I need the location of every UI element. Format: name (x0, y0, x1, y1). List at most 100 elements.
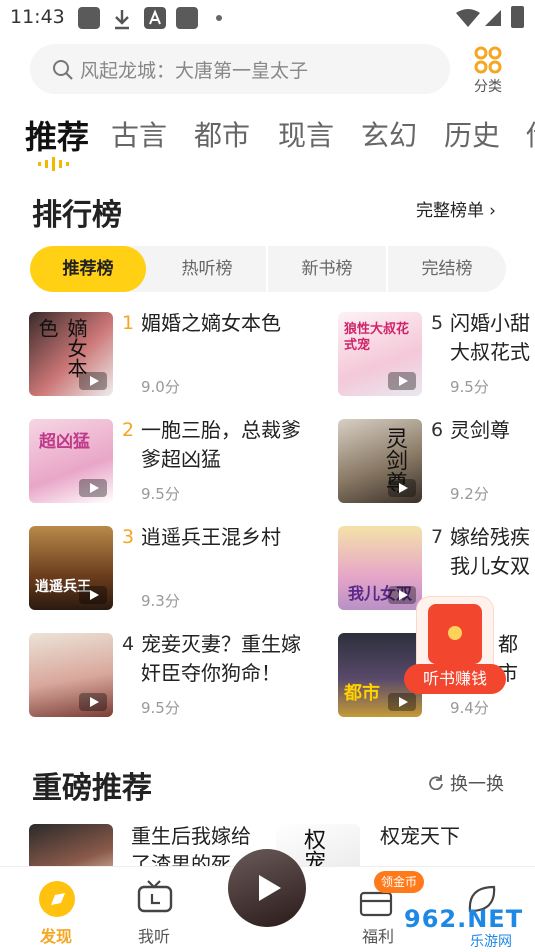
book-score: 9.4分 (450, 699, 489, 717)
book-score: 9.2分 (450, 485, 489, 503)
category-grid-icon (474, 46, 502, 74)
play-icon (79, 479, 107, 497)
book-title-line2: 爹超凶猛 (141, 447, 221, 471)
book-score: 9.0分 (141, 378, 180, 396)
cover-title: 都市 (344, 683, 380, 704)
rank-number: 5 (431, 312, 444, 334)
cover-title: 超凶猛 (39, 432, 90, 452)
notification-icon (78, 7, 100, 29)
book-title-line2: 我儿女双 (450, 554, 530, 578)
book-title: 逍遥兵王混乡村 (141, 525, 281, 549)
play-icon (79, 586, 107, 604)
more-dot-icon (216, 15, 222, 21)
ranking-item[interactable]: 超凶猛 2 一胞三胎，总裁爹 爹超凶猛 9.5分 (29, 418, 304, 509)
listen-earn-banner[interactable]: 听书赚钱 (404, 596, 506, 696)
book-title: 一胞三胎，总裁爹 (141, 418, 301, 442)
ranking-item[interactable]: 逍遥兵王 3 逍遥兵王混乡村 9.3分 (29, 525, 304, 616)
ranking-item[interactable]: 4 宠妾灭妻？重生嫁 奸臣夺你狗命！ 9.5分 (29, 632, 304, 723)
red-packet-icon (428, 604, 482, 664)
refresh-label: 换一换 (450, 774, 504, 795)
segment-finished[interactable]: 完结榜 (388, 246, 506, 292)
tab-recommend[interactable]: 推荐 (25, 112, 89, 158)
rank-number: 2 (122, 419, 135, 441)
nav-discover[interactable]: 发现 (30, 867, 84, 952)
tab-modern-romance[interactable]: 现言 (278, 114, 334, 154)
book-title: 闪婚小甜 (450, 311, 530, 335)
book-title: 重生后我嫁给 (131, 824, 251, 848)
book-title: 灵剑尊 (450, 418, 510, 442)
book-score: 9.5分 (450, 378, 489, 396)
wifi-icon (456, 9, 480, 27)
battery-icon (511, 6, 524, 28)
player-button[interactable] (228, 849, 306, 927)
tab-ancient-romance[interactable]: 古言 (111, 114, 167, 154)
active-tab-indicator (38, 157, 69, 171)
listen-earn-label: 听书赚钱 (404, 664, 506, 694)
play-icon (388, 372, 416, 390)
book-cover: 灵剑尊 (338, 419, 422, 503)
book-title: 嫁给残疾 (450, 525, 530, 549)
watermark-text: 962.NET (404, 905, 524, 933)
ranking-item[interactable]: 狼性大叔花式宠 5 闪婚小甜 大叔花式 9.5分 (338, 311, 535, 402)
app-icon (176, 7, 198, 29)
full-ranking-link[interactable]: 完整榜单 › (416, 196, 496, 221)
full-ranking-label: 完整榜单 (416, 201, 484, 221)
book-cover: 嫡女本色 (29, 312, 113, 396)
compass-icon (39, 881, 75, 917)
book-title-line2: 奸臣夺你狗命！ (141, 661, 281, 685)
tab-city[interactable]: 都市 (194, 114, 250, 154)
ranking-segments: 推荐榜 热听榜 新书榜 完结榜 (30, 246, 506, 292)
app-a-icon (144, 7, 166, 29)
tab-fantasy[interactable]: 玄幻 (361, 114, 417, 154)
chevron-right-icon: › (489, 201, 496, 221)
book-score: 9.5分 (141, 485, 180, 503)
book-title: 媚婚之嫡女本色 (141, 311, 281, 335)
ranking-title: 排行榜 (32, 198, 122, 233)
tab-biography[interactable]: 传 (526, 114, 535, 154)
rank-number: 3 (122, 526, 135, 548)
segment-recommend[interactable]: 推荐榜 (30, 246, 146, 292)
play-icon (79, 372, 107, 390)
rank-number: 7 (431, 526, 444, 548)
book-cover: 逍遥兵王 (29, 526, 113, 610)
status-bar: 11:43 (0, 0, 535, 36)
bottom-nav: 发现 我听 福利 领金币 962.NET 乐游网 (0, 849, 535, 952)
book-title-line2: 大叔花式 (450, 340, 530, 364)
cover-title: 狼性大叔花式宠 (344, 322, 410, 353)
ranking-item[interactable]: 灵剑尊 6 灵剑尊 9.2分 (338, 418, 535, 509)
coin-badge: 领金币 (374, 871, 424, 893)
tab-history[interactable]: 历史 (444, 114, 500, 154)
site-watermark: 962.NET 乐游网 (404, 905, 530, 951)
rank-number: 1 (122, 312, 135, 334)
book-title: 宠妾灭妻？重生嫁 (141, 632, 301, 656)
tv-icon (137, 880, 173, 913)
rank-number: 6 (431, 419, 444, 441)
segment-new[interactable]: 新书榜 (268, 246, 386, 292)
play-icon (79, 693, 107, 711)
nav-listen[interactable]: 我听 (128, 867, 182, 952)
watermark-sub: 乐游网 (470, 934, 512, 950)
book-cover: 狼性大叔花式宠 (338, 312, 422, 396)
book-score: 9.5分 (141, 699, 180, 717)
ranking-item[interactable]: 嫡女本色 1 媚婚之嫡女本色 9.0分 (29, 311, 304, 402)
book-cover: 超凶猛 (29, 419, 113, 503)
play-icon (388, 479, 416, 497)
featured-item[interactable]: 重生后我嫁给 了渣男的死 (29, 824, 274, 884)
rank-number: 4 (122, 633, 135, 655)
refresh-icon (429, 775, 443, 790)
book-title: 权宠天下 (380, 824, 460, 848)
status-time: 11:43 (10, 6, 65, 28)
search-bar[interactable]: 风起龙城：大唐第一皇太子 (30, 44, 450, 94)
play-icon (259, 875, 281, 901)
category-label: 分类 (474, 79, 502, 95)
search-placeholder: 风起龙城：大唐第一皇太子 (80, 60, 309, 82)
featured-title: 重磅推荐 (32, 771, 152, 806)
signal-icon (485, 10, 501, 26)
segment-hot[interactable]: 热听榜 (148, 246, 266, 292)
nav-discover-label: 发现 (40, 927, 73, 946)
book-cover (29, 633, 113, 717)
nav-listen-label: 我听 (138, 927, 171, 946)
download-icon (115, 10, 129, 30)
category-button[interactable]: 分类 (468, 44, 508, 96)
featured-item[interactable]: 权宠 权宠天下 (276, 824, 535, 884)
